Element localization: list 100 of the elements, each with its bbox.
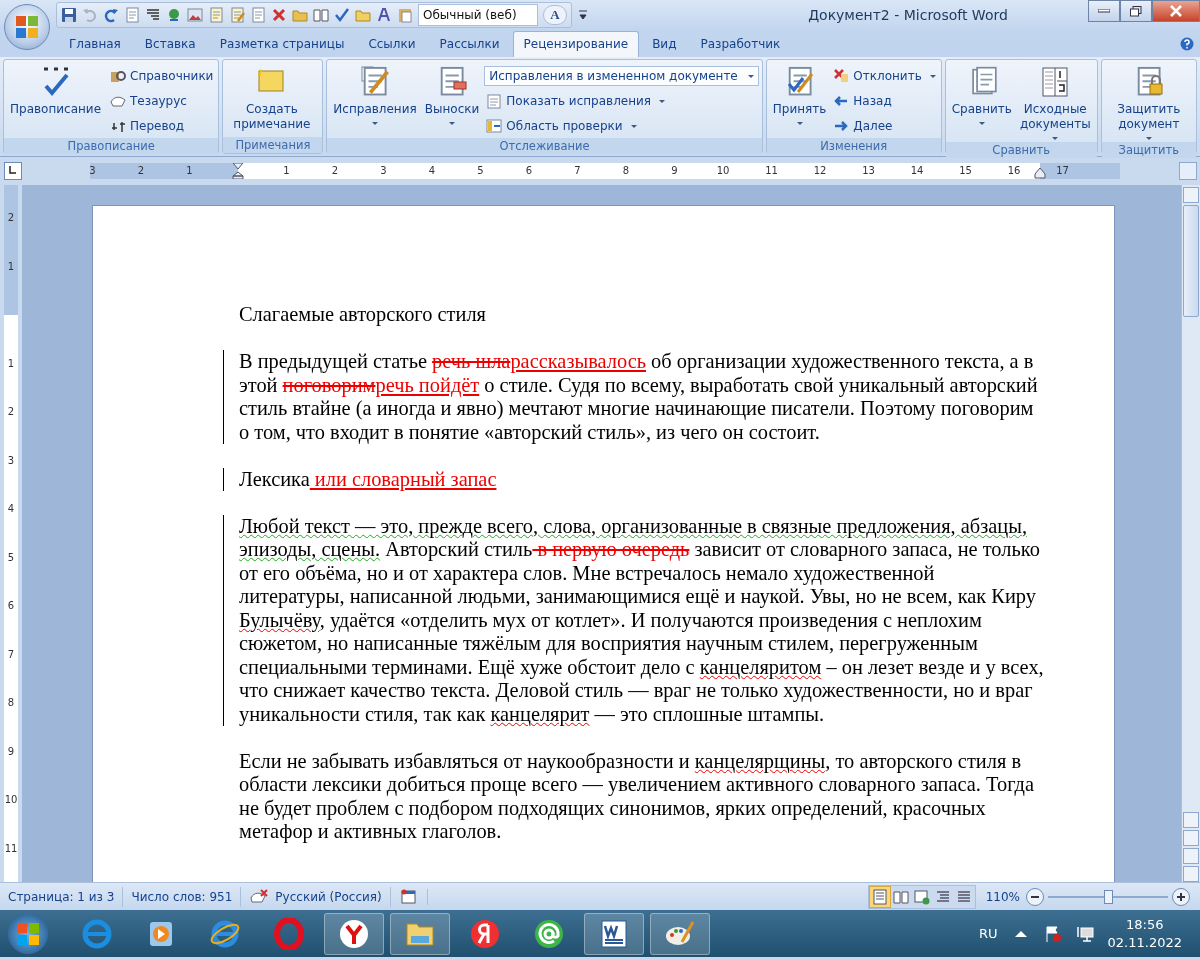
y-logo-icon	[338, 917, 370, 950]
taskbar-app[interactable]	[584, 912, 644, 955]
scrollbar[interactable]	[1181, 185, 1200, 882]
redo-icon[interactable]	[103, 7, 119, 23]
taskbar-app[interactable]	[390, 912, 450, 955]
markup-dropdown[interactable]: Исправления в измененном документе	[484, 66, 759, 86]
indent-marker[interactable]	[232, 163, 244, 179]
ribbon-button[interactable]: Назад	[831, 91, 938, 111]
input-language[interactable]: RU	[979, 926, 998, 941]
pencil-icon[interactable]	[229, 7, 245, 23]
font-style-icon[interactable]	[376, 7, 392, 23]
ruler-number: 10	[715, 164, 731, 178]
minimize-icon	[1098, 9, 1110, 13]
ruler-number: 10	[4, 794, 18, 806]
taskbar-app[interactable]	[324, 912, 384, 955]
taskbar-app[interactable]	[650, 912, 710, 955]
ruler-number: 3	[6, 454, 16, 467]
ruler-number: 12	[812, 164, 828, 178]
next-page-button[interactable]	[1183, 866, 1199, 882]
scroll-thumb[interactable]	[1183, 205, 1199, 317]
ruler-number: 9	[670, 164, 679, 178]
style-field[interactable]: Обычный (веб)	[418, 4, 538, 26]
zoom-in-button[interactable]	[1172, 887, 1190, 906]
caret-icon	[747, 74, 754, 78]
plus-icon	[1176, 891, 1186, 902]
e-logo-icon	[81, 917, 113, 950]
view-button[interactable]	[869, 886, 890, 907]
scroll-up-button[interactable]	[1183, 187, 1199, 203]
slider-thumb[interactable]	[1104, 889, 1113, 904]
help-icon[interactable]	[1180, 37, 1194, 51]
indent-marker[interactable]	[1034, 167, 1046, 179]
macro-record-icon[interactable]	[398, 888, 419, 905]
draft-icon	[955, 888, 972, 905]
proofing-error-icon[interactable]	[249, 888, 270, 905]
ruler-number: 8	[6, 697, 16, 709]
restore-icon	[1130, 5, 1142, 17]
spellcheck-icon[interactable]	[334, 7, 350, 23]
flag-icon[interactable]	[1043, 924, 1062, 943]
office-button[interactable]	[4, 4, 50, 50]
start-button[interactable]	[8, 913, 48, 954]
previous-page-button[interactable]	[1183, 830, 1199, 846]
windows-logo-icon	[16, 921, 40, 946]
ribbon-button[interactable]: Справочники	[108, 66, 216, 86]
ribbon-tab[interactable]: Вставка	[133, 31, 207, 57]
ruler-toggle-button[interactable]	[1179, 162, 1197, 180]
ribbon-tab[interactable]: Разметка страницы	[208, 31, 356, 57]
ribbon-button[interactable]: Далее	[831, 116, 938, 136]
ribbon-button[interactable]: Исправления	[330, 62, 420, 125]
ruler-number: 2	[6, 212, 16, 224]
clock-time[interactable]: 18:56	[1126, 915, 1164, 934]
ribbon-button[interactable]: Принять	[769, 62, 830, 125]
scroll-down-button[interactable]	[1183, 812, 1199, 828]
ruler-number: 5	[6, 551, 16, 564]
zoom-out-button[interactable]	[1026, 887, 1044, 906]
zoom-level[interactable]: 110%	[985, 889, 1020, 904]
ruler-number: 9	[6, 745, 16, 758]
text-lines-icon[interactable]	[145, 7, 161, 23]
word-logo-icon	[598, 917, 630, 950]
clipboard-icon[interactable]	[397, 7, 413, 23]
browse-object-button[interactable]	[1183, 848, 1199, 864]
delete-icon[interactable]	[271, 7, 287, 23]
ribbon-button[interactable]: Перевод	[108, 116, 216, 136]
ribbon-button[interactable]: Тезаурус	[108, 91, 216, 111]
window-title: Документ2 - Microsoft Word	[807, 7, 1009, 23]
ribbon-button[interactable]: Правописание	[7, 62, 105, 117]
page-count[interactable]: Страница: 1 из 3	[0, 886, 124, 907]
group-title: Правописание	[4, 138, 219, 154]
ribbon-tab[interactable]: Рецензирование	[512, 31, 640, 57]
paragraph: Лексика или словарный запас	[223, 467, 1044, 491]
ribbon-button[interactable]: Отклонить	[831, 66, 938, 86]
ribbon-button[interactable]: Исходные документы	[1016, 62, 1094, 140]
ribbon-tab[interactable]: Рассылки	[428, 31, 511, 57]
ribbon-button[interactable]: Выноски	[421, 62, 483, 125]
close-button[interactable]	[1152, 0, 1200, 22]
picture-icon[interactable]	[187, 7, 203, 23]
ribbon-button[interactable]: Создать примечание	[226, 62, 318, 132]
tab-stop-button[interactable]	[4, 162, 22, 180]
customize-caret-icon[interactable]	[578, 9, 588, 21]
ribbon-button[interactable]: Показать исправления	[484, 91, 759, 111]
ruler-number: 2	[330, 164, 340, 178]
restore-button[interactable]	[1120, 0, 1152, 22]
web-layout-icon	[913, 888, 930, 905]
word-count[interactable]: Число слов: 951	[123, 886, 242, 907]
ruler-number: 4	[6, 503, 16, 515]
group-title: Примечания	[223, 137, 323, 153]
clock-date[interactable]: 02.11.2022	[1107, 933, 1182, 952]
caret-icon	[796, 122, 803, 125]
ruler-number: 4	[427, 164, 437, 178]
group-title: Сравнить	[945, 142, 1097, 158]
ribbon-tab[interactable]: Ссылки	[357, 31, 427, 57]
network-icon[interactable]	[1075, 924, 1094, 943]
ribbon-tab[interactable]: Вид	[641, 31, 688, 57]
ribbon-tab[interactable]: Главная	[58, 31, 132, 57]
ribbon-button[interactable]: Область проверки	[484, 116, 759, 136]
save-icon[interactable]	[61, 7, 77, 23]
language-label[interactable]: Русский (Россия)	[275, 886, 382, 907]
ribbon-tab[interactable]: Разработчик	[689, 31, 792, 57]
ruler-number: 8	[621, 164, 631, 178]
ribbon-button[interactable]: Сравнить	[948, 62, 1015, 125]
font-button[interactable]: A	[543, 5, 567, 25]
